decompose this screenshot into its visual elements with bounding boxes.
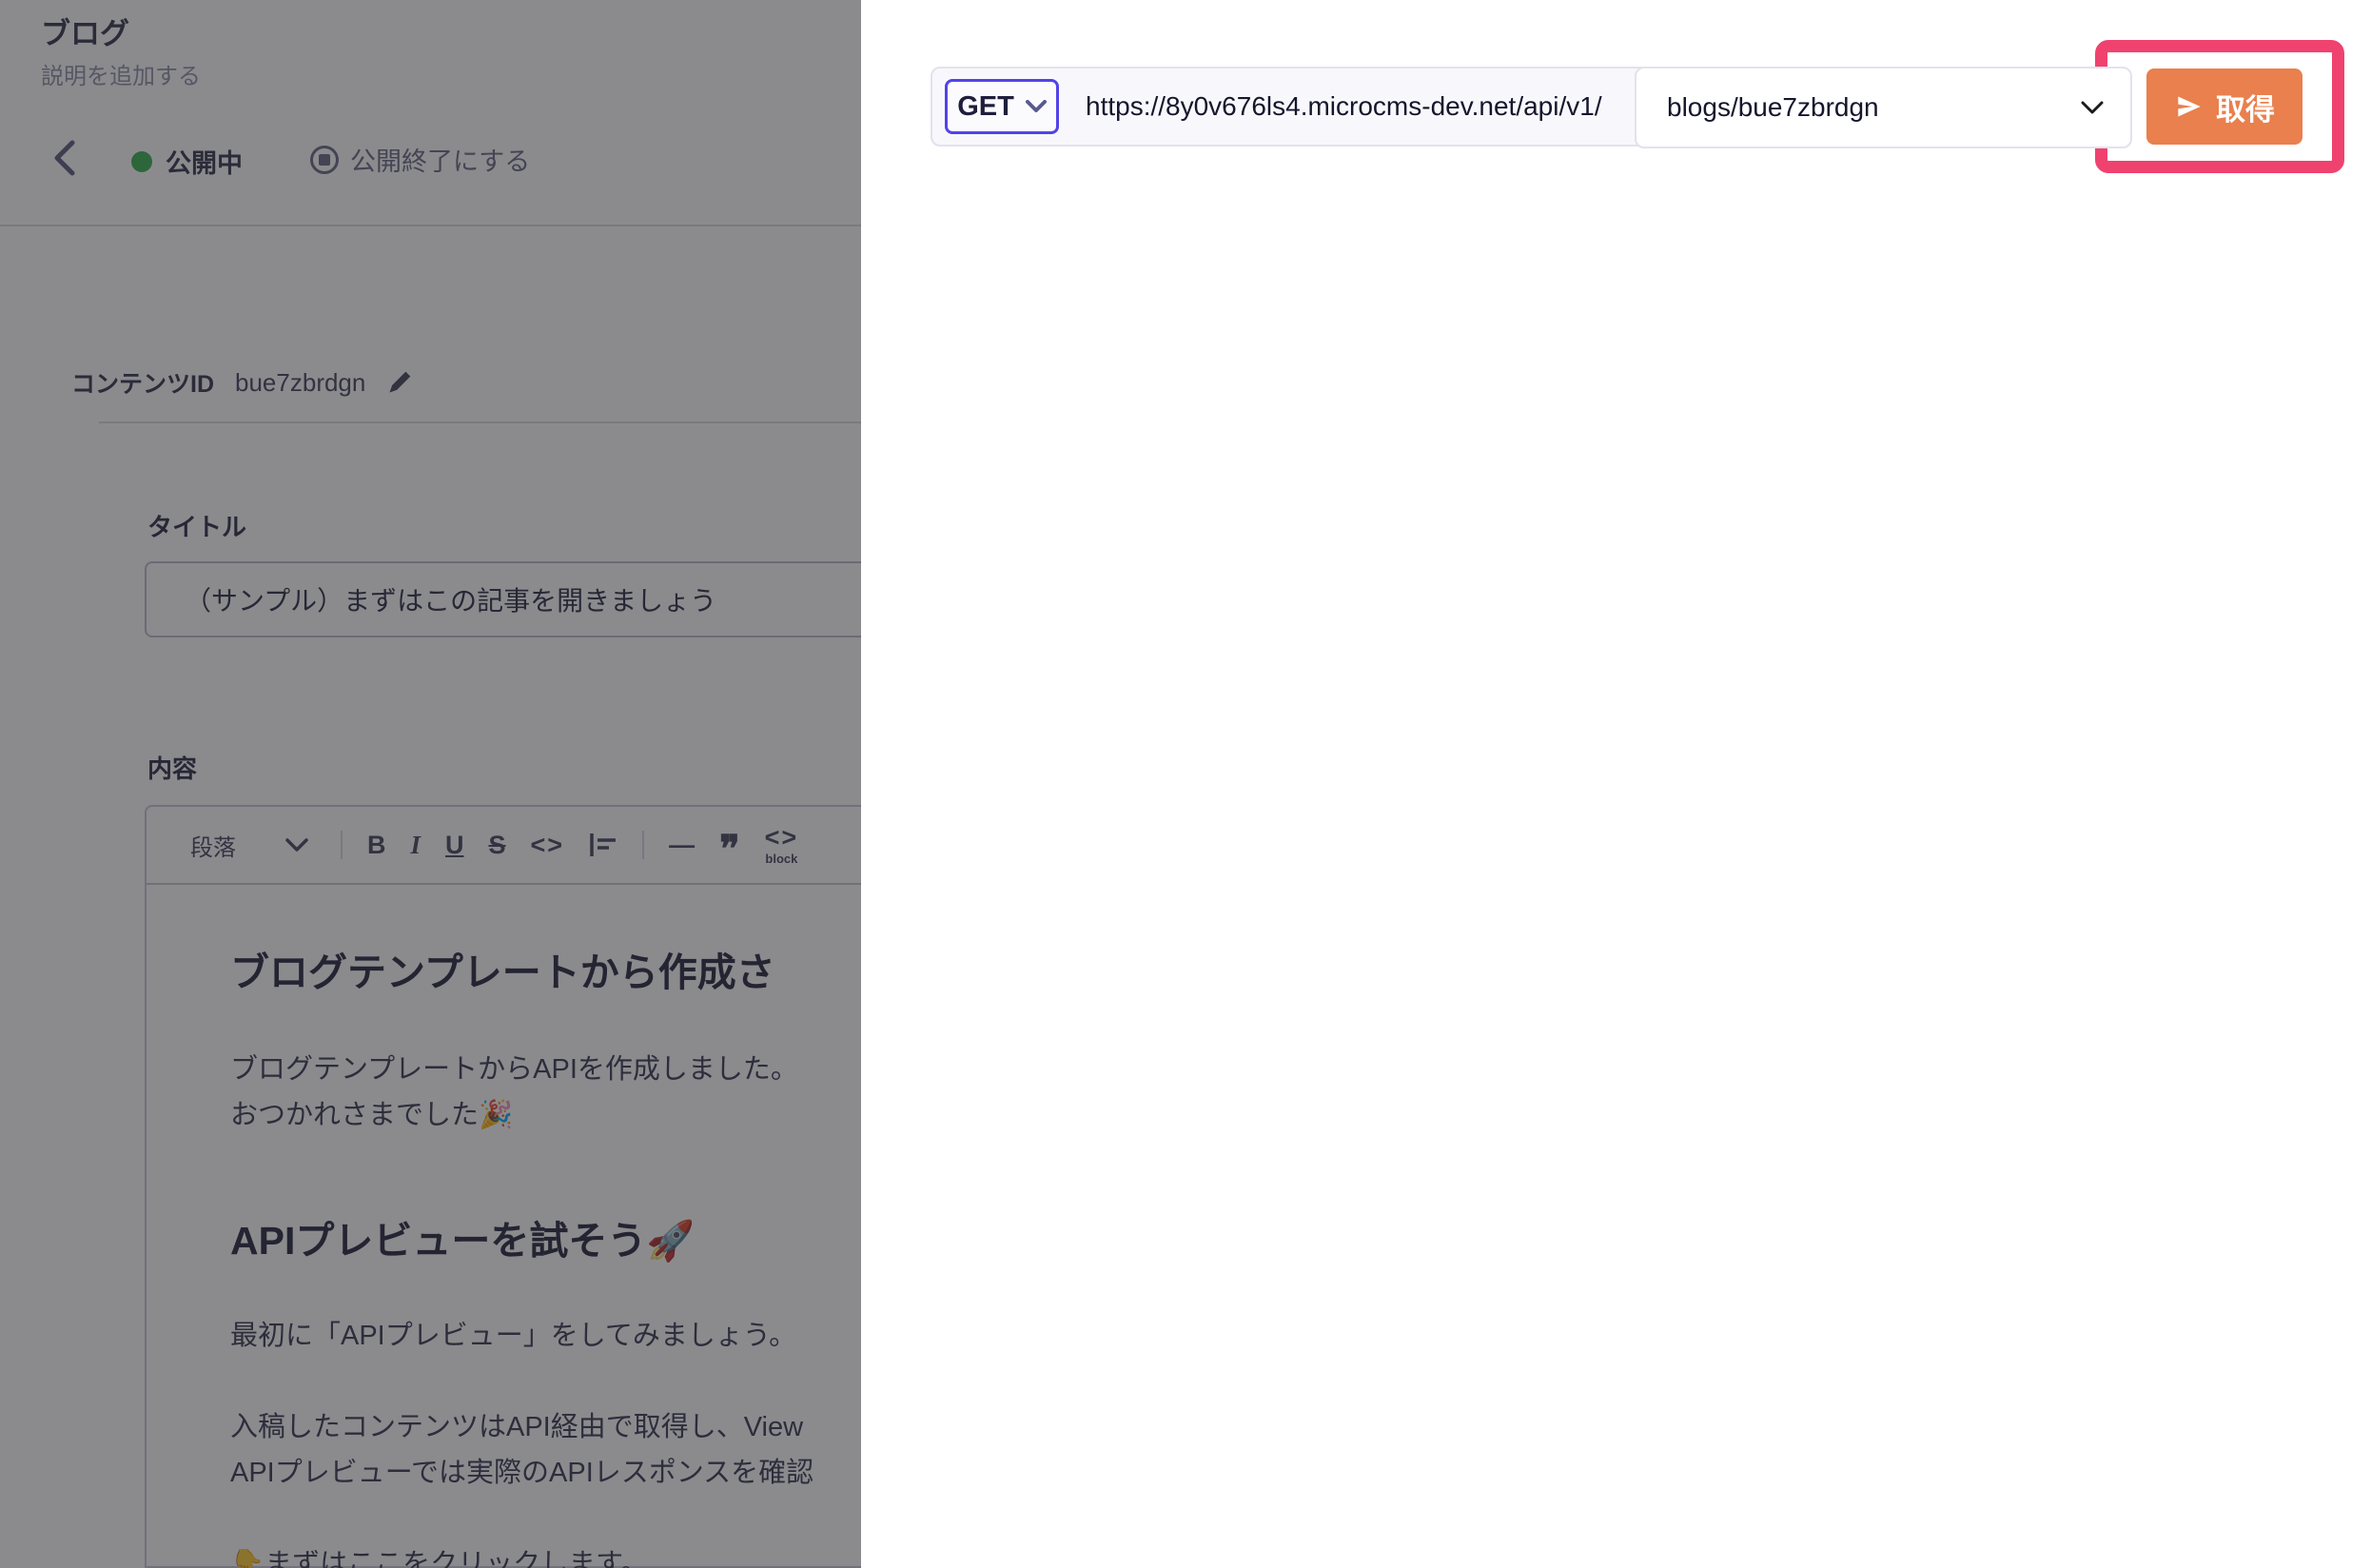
base-url-text: https://8y0v676ls4.microcms-dev.net/api/… [1086, 91, 1602, 122]
send-icon [2174, 93, 2204, 120]
api-request-bar: GET https://8y0v676ls4.microcms-dev.net/… [931, 67, 2128, 147]
endpoint-value: blogs/bue7zbrdgn [1667, 92, 2081, 123]
endpoint-select[interactable]: blogs/bue7zbrdgn [1635, 67, 2132, 148]
fetch-button-label: 取得 [2216, 86, 2275, 128]
method-select[interactable]: GET [945, 79, 1059, 134]
api-preview-panel [861, 0, 2371, 1568]
chevron-down-icon [1026, 100, 1047, 113]
chevron-down-icon [2081, 101, 2104, 115]
fetch-button[interactable]: 取得 [2146, 69, 2302, 145]
blog-editor-panel: ブログ 説明を追加する 公開中 公開終了にする コンテンツID bue7zbrd… [0, 0, 861, 1568]
method-value: GET [957, 91, 1014, 123]
dim-overlay [0, 0, 861, 1568]
